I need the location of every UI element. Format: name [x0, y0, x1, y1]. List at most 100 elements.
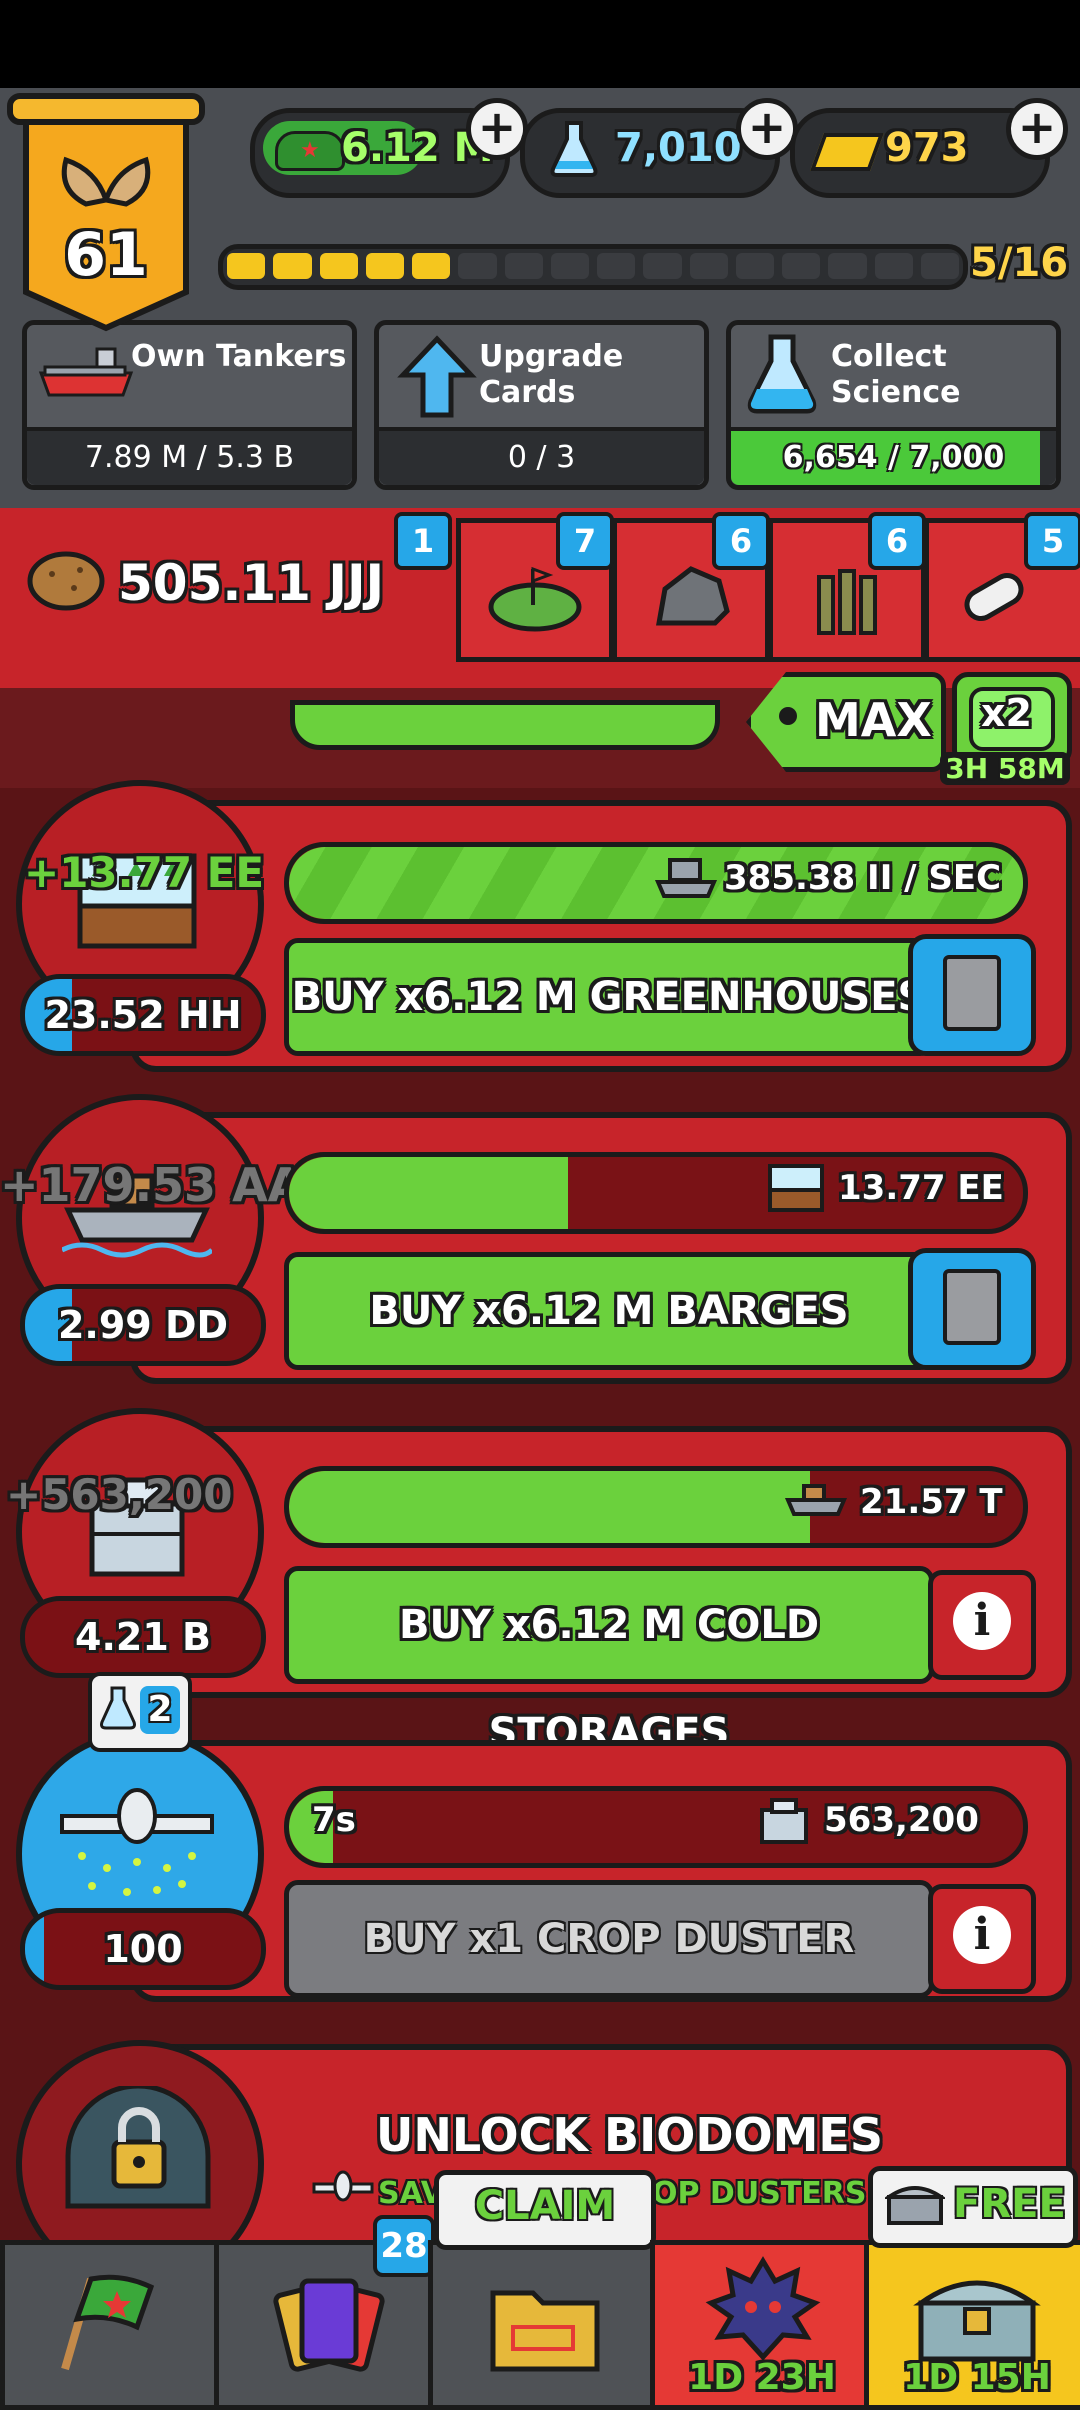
- count-value: 100: [103, 1927, 183, 1971]
- info-button[interactable]: i: [928, 1884, 1036, 1994]
- add-science-button[interactable]: +: [736, 98, 798, 160]
- science-cost-badge: 2: [88, 1672, 192, 1752]
- max-multiplier-button[interactable]: MAX: [746, 672, 946, 772]
- nav-tab-chest[interactable]: 1D 15H: [864, 2240, 1080, 2410]
- card-title-line1: Collect: [831, 339, 947, 374]
- cash-cap-icon: ★: [275, 131, 345, 171]
- greenhouse-count: 23.52 HH: [20, 974, 266, 1056]
- barge-count: 2.99 DD: [20, 1284, 266, 1366]
- science-flask-icon: [100, 1686, 136, 1730]
- upgrade-arrow-icon: [397, 335, 477, 418]
- manager-card-button[interactable]: [908, 934, 1036, 1056]
- science-flask-icon: [747, 334, 817, 414]
- claim-button[interactable]: CLAIM: [434, 2170, 656, 2250]
- tab-badge: 7: [556, 512, 614, 570]
- science-cost: 2: [147, 1689, 173, 1730]
- biodomes-subtitle-right: OP DUSTERS: [652, 2176, 867, 2211]
- wings-rank-icon: [61, 156, 151, 207]
- chest-small-icon: [885, 2186, 945, 2225]
- buy-crop-duster-button[interactable]: BUY x1 CROP DUSTER: [284, 1880, 934, 1998]
- science-flask-icon: [550, 121, 598, 177]
- production-rate: 385.38 II / SEC: [724, 858, 1002, 898]
- count-value: 4.21 B: [75, 1615, 211, 1659]
- production-rate: 13.77 EE: [838, 1168, 1004, 1208]
- nav-tab-quests[interactable]: [428, 2240, 660, 2410]
- add-cash-button[interactable]: +: [466, 98, 528, 160]
- card-icon: [943, 955, 1001, 1031]
- level-segment-filled: [227, 253, 266, 279]
- buy-cold-storages-button[interactable]: BUY x6.12 M COLD STORAGES: [284, 1566, 934, 1756]
- buy-label: BUY x6.12 M BARGES: [369, 1288, 849, 1334]
- level-segment-empty: [458, 253, 497, 279]
- pond-icon: [488, 566, 582, 632]
- capsule-icon: [964, 573, 1024, 621]
- treasure-chest-icon: [913, 2280, 1041, 2362]
- card-progress: 6,654 / 7,000: [731, 427, 1056, 485]
- barge-rate-icon: [654, 858, 718, 898]
- level-segment-filled: [365, 253, 404, 279]
- tanker-ship-icon: [38, 347, 134, 397]
- collect-science-card[interactable]: Collect Science 6,654 / 7,000: [726, 320, 1061, 490]
- biodomes-title: UNLOCK BIODOMES: [376, 2108, 883, 2162]
- free-chest-button[interactable]: FREE: [868, 2166, 1078, 2248]
- tab-badge: 6: [712, 512, 770, 570]
- buy-label: BUY x1 CROP DUSTER: [363, 1916, 855, 1962]
- floating-gain: +13.77 EE: [24, 848, 265, 897]
- buy-label: BUY x6.12 M GREENHOUSES: [291, 974, 927, 1020]
- resource-tabs: 1 7 6 6 5: [394, 512, 1080, 662]
- tab-badge: 1: [394, 512, 452, 570]
- locked-dome-icon: [65, 2086, 211, 2209]
- chest-timer: 1D 15H: [903, 2357, 1051, 2398]
- player-level: 61: [64, 220, 148, 290]
- level-segment-filled: [319, 253, 358, 279]
- max-label: MAX: [815, 693, 932, 747]
- own-tankers-card[interactable]: Own Tankers 7.89 M / 5.3 B: [22, 320, 357, 490]
- nav-tab-boss[interactable]: 1D 23H: [650, 2240, 874, 2410]
- cards-badge: 28: [373, 2215, 435, 2277]
- player-level-banner[interactable]: 61: [6, 92, 206, 332]
- resource-panel: 505.11 JJJ 1 7 6 6 5: [0, 508, 1080, 694]
- level-segment-empty: [874, 253, 913, 279]
- boost-label: x2: [981, 691, 1032, 735]
- card-value: 6,654 / 7,000: [782, 440, 1005, 475]
- status-bar: [0, 0, 1080, 88]
- crop-duster-small-icon: [312, 2170, 374, 2202]
- card-value: 0 / 3: [379, 427, 704, 485]
- level-segment-empty: [550, 253, 589, 279]
- upgrade-cards-card[interactable]: Upgrade Cards 0 / 3: [374, 320, 709, 490]
- card-title-line2: Cards: [479, 375, 576, 410]
- level-segment-empty: [920, 253, 959, 279]
- production-rate: 563,200: [824, 1800, 979, 1840]
- card-icon: [943, 1269, 1001, 1345]
- barge-rate-icon: [784, 1484, 848, 1516]
- tab-badge: 5: [1024, 512, 1080, 570]
- add-gold-button[interactable]: +: [1006, 98, 1068, 160]
- buy-greenhouses-button[interactable]: BUY x6.12 M GREENHOUSES: [284, 938, 934, 1056]
- nav-tab-map[interactable]: [0, 2240, 224, 2410]
- level-segment-empty: [828, 253, 867, 279]
- buy-label: BUY x6.12 M COLD STORAGES: [398, 1602, 820, 1756]
- info-button[interactable]: i: [928, 1570, 1036, 1680]
- level-segment-empty: [735, 253, 774, 279]
- folder-icon: [490, 2290, 600, 2372]
- boost-timer: 3H 58M: [940, 752, 1070, 785]
- progress-fill: [289, 1157, 568, 1229]
- cards-icon: [273, 2278, 385, 2372]
- level-segment-empty: [782, 253, 821, 279]
- gold-amount: 973: [885, 125, 969, 171]
- nav-tab-cards[interactable]: 28: [214, 2215, 438, 2410]
- manager-card-button[interactable]: [908, 1248, 1036, 1370]
- flag-icon: [61, 2274, 155, 2371]
- science-amount: 7,010: [615, 125, 742, 171]
- boss-icon: [705, 2256, 821, 2361]
- buy-barges-button[interactable]: BUY x6.12 M BARGES: [284, 1252, 934, 1370]
- gold-bar-icon: [810, 133, 884, 171]
- level-progress-label: 5/16: [970, 240, 1069, 286]
- cold-storage-rate-icon: [760, 1798, 808, 1844]
- info-icon: i: [953, 1592, 1011, 1650]
- cold-storage-count: 4.21 B: [20, 1596, 266, 1678]
- production-rate: 21.57 T: [860, 1482, 1003, 1522]
- crop-duster-icon: [60, 1788, 214, 1896]
- card-title: Own Tankers: [131, 339, 347, 374]
- boss-timer: 1D 23H: [688, 2357, 836, 2398]
